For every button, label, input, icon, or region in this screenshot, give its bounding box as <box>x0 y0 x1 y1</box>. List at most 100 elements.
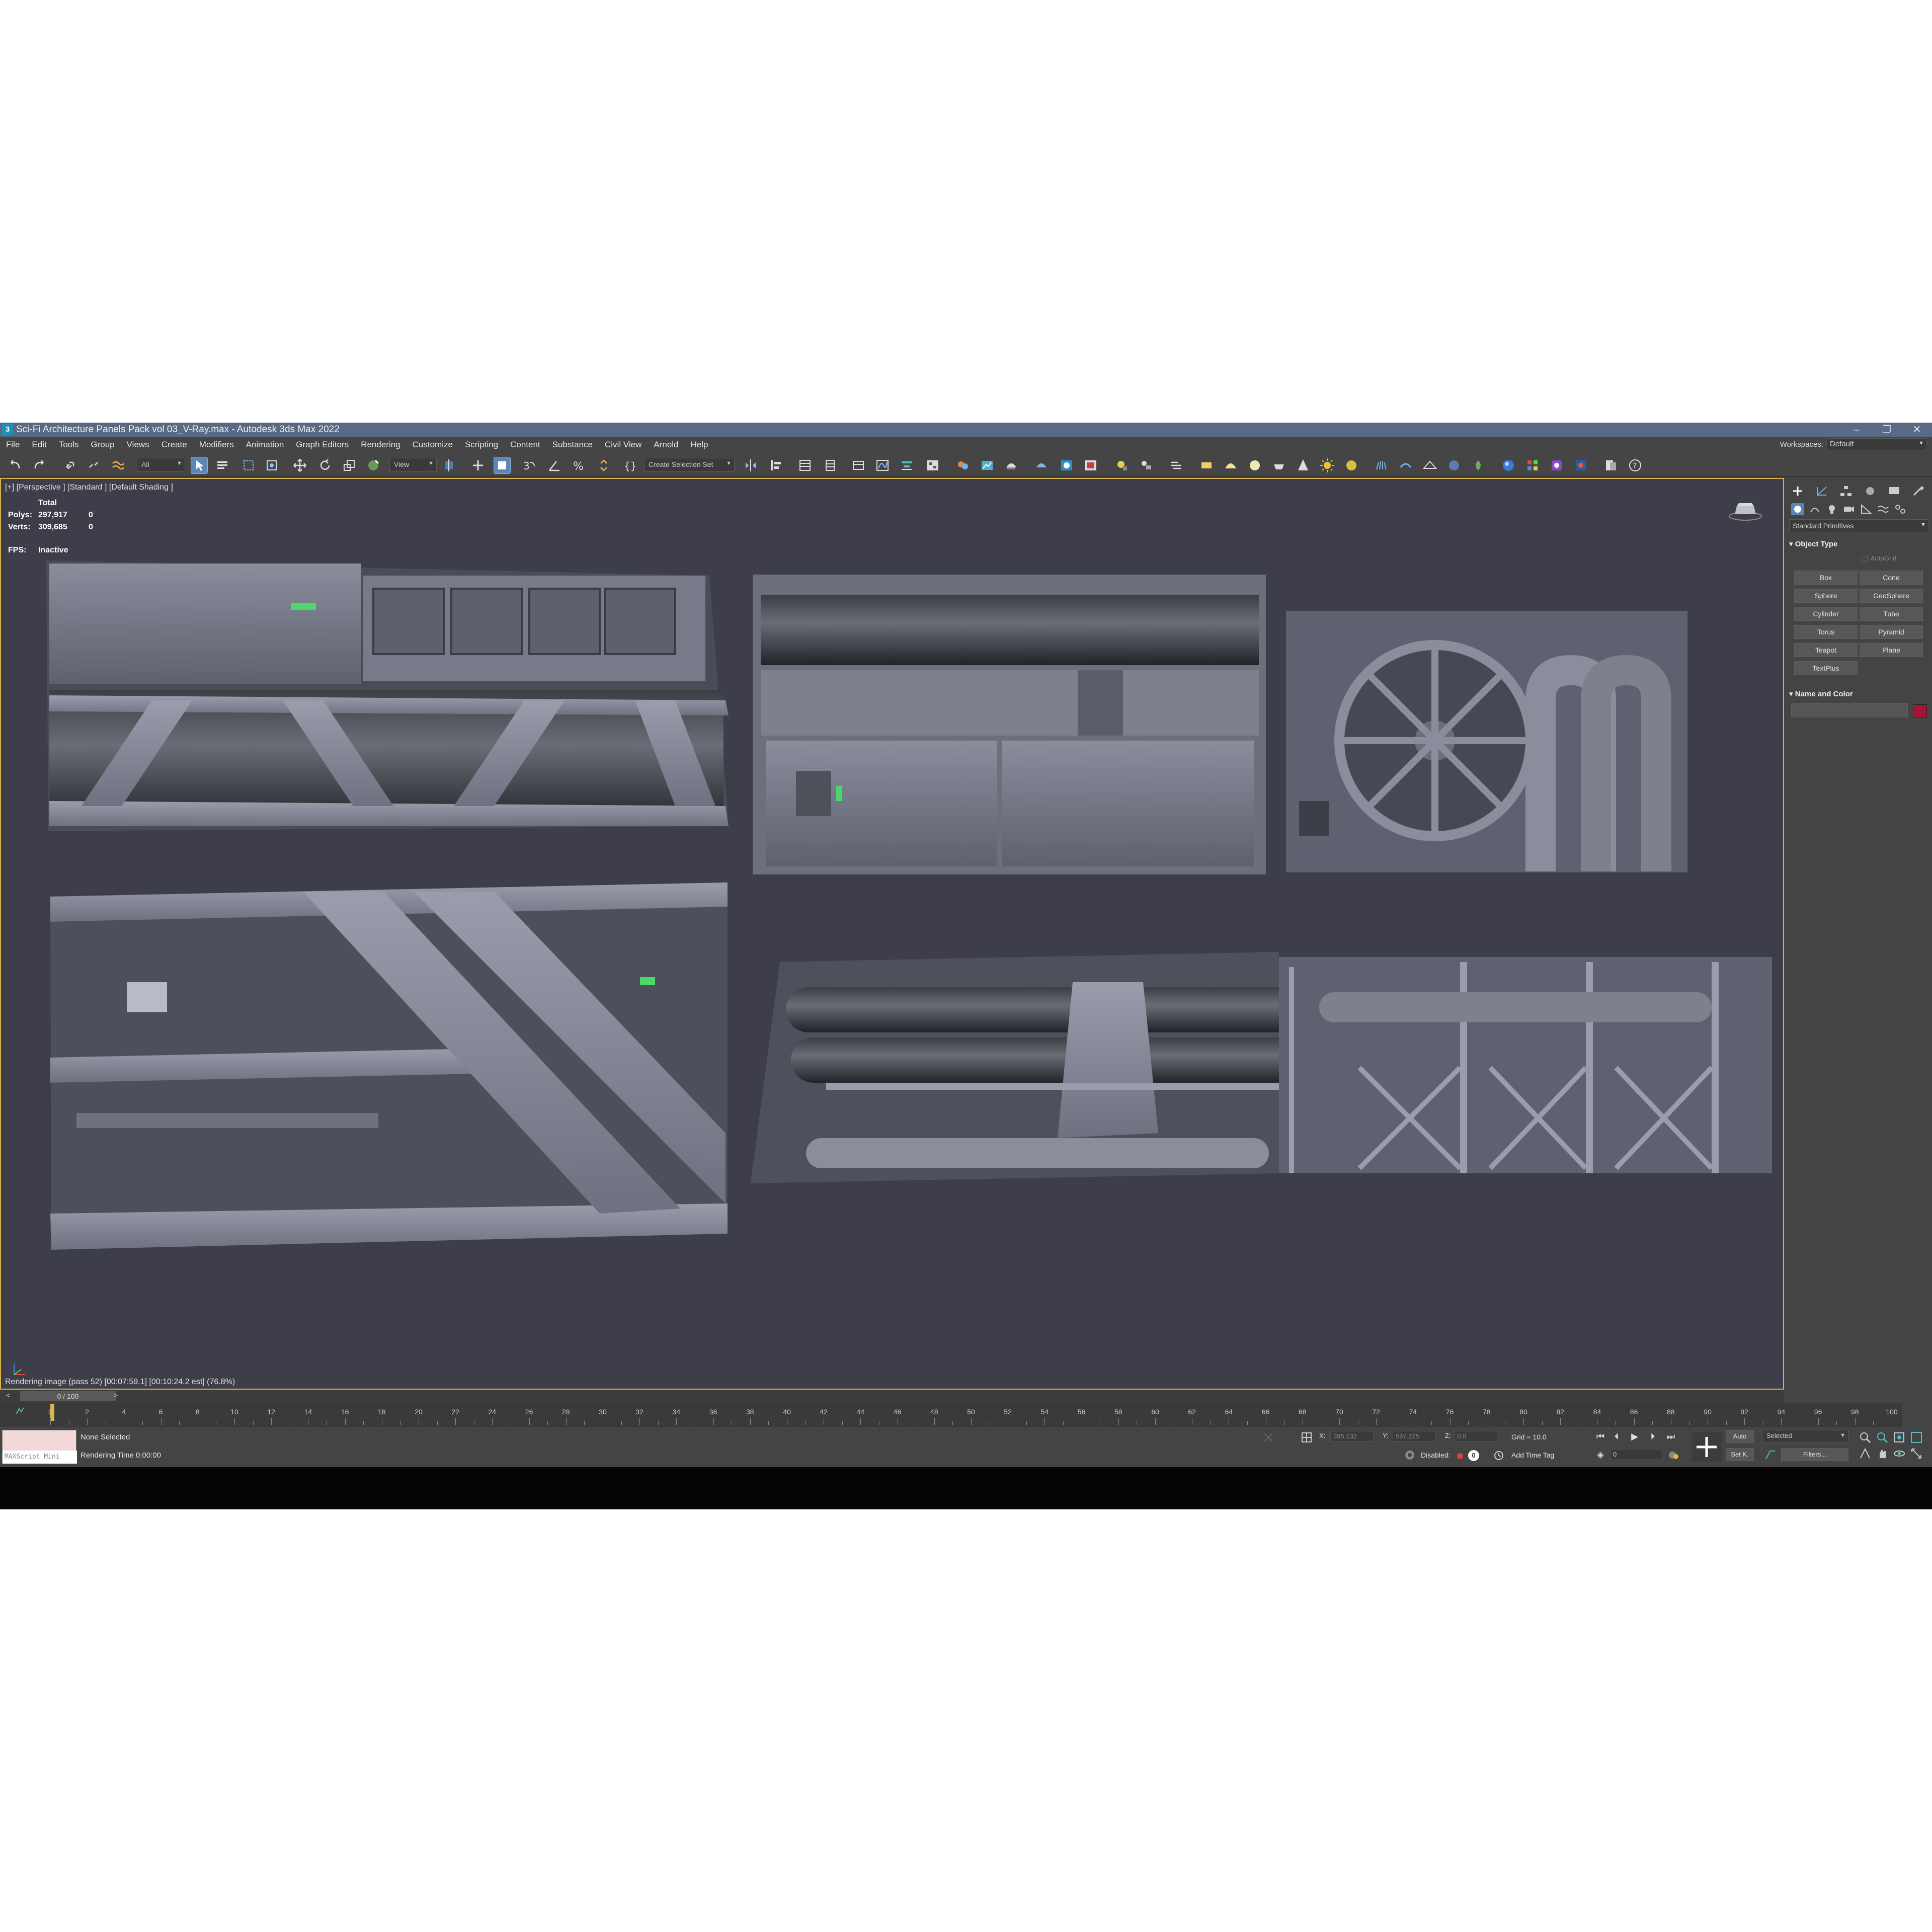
toggle-ribbon-icon[interactable] <box>850 457 866 473</box>
unlink-icon[interactable] <box>86 457 102 473</box>
zoom-all-icon[interactable] <box>1876 1431 1889 1444</box>
script-listener-icon[interactable] <box>1603 457 1619 473</box>
lights-category-icon[interactable] <box>1825 503 1838 515</box>
geometry-category-icon[interactable] <box>1791 503 1804 515</box>
vray-sphere-icon[interactable] <box>1446 457 1462 473</box>
key-mode-icon[interactable]: ◈ <box>1594 1448 1607 1461</box>
default-in-out-tangent-icon[interactable] <box>1764 1448 1777 1461</box>
menu-scripting[interactable]: Scripting <box>459 440 504 450</box>
vray-plane-icon[interactable] <box>1422 457 1438 473</box>
y-coordinate-field[interactable]: 597.275 <box>1393 1431 1436 1442</box>
track-bar[interactable]: 0 2 4 6 8 10 12 14 16 18 20 22 24 26 28 30 32 34 36 38 40 42 4… <box>0 1403 1902 1427</box>
object-name-field[interactable] <box>1791 703 1908 717</box>
selection-filter-dropdown[interactable]: All ▼ <box>137 458 185 472</box>
time-next-button[interactable]: > <box>114 1391 118 1399</box>
material-editor-icon[interactable] <box>955 457 971 473</box>
select-manipulate-icon[interactable] <box>470 457 486 473</box>
viewport-label[interactable]: [+] [Perspective ] [Standard ] [Default … <box>5 483 173 492</box>
render-frame-window-icon[interactable] <box>1033 457 1050 473</box>
select-by-name-icon[interactable] <box>214 457 230 473</box>
object-color-swatch[interactable] <box>1913 704 1927 717</box>
vray-clipper-icon[interactable] <box>1470 457 1486 473</box>
set-key-mode-button[interactable]: Set K. <box>1726 1448 1754 1461</box>
zoom-extents-icon[interactable] <box>1893 1431 1906 1444</box>
workspaces-dropdown[interactable]: Default ▼ <box>1826 438 1927 450</box>
menu-content[interactable]: Content <box>504 440 546 450</box>
snaps-toggle-icon[interactable]: 3 <box>521 457 537 473</box>
box-button[interactable]: Box <box>1794 571 1858 585</box>
modify-tab-icon[interactable] <box>1815 485 1828 497</box>
hierarchy-tab-icon[interactable] <box>1839 485 1853 497</box>
minimize-button[interactable]: – <box>1841 423 1872 437</box>
menu-arnold[interactable]: Arnold <box>648 440 684 450</box>
vray-mesh-light-icon[interactable] <box>1295 457 1311 473</box>
chaos-cosmos-icon[interactable] <box>1500 457 1516 473</box>
teapot-button[interactable]: Teapot <box>1794 643 1858 657</box>
vray-sphere-light-icon[interactable] <box>1247 457 1263 473</box>
zoom-extents-all-icon[interactable] <box>1910 1431 1923 1444</box>
key-filter-selected-dropdown[interactable]: Selected ▼ <box>1762 1430 1848 1443</box>
select-object-icon[interactable] <box>191 457 208 474</box>
menu-graph-editors[interactable]: Graph Editors <box>290 440 355 450</box>
cameras-category-icon[interactable] <box>1842 503 1856 515</box>
menu-civil-view[interactable]: Civil View <box>599 440 648 450</box>
render-setup-icon[interactable] <box>979 457 995 473</box>
menu-group[interactable]: Group <box>85 440 120 450</box>
cylinder-button[interactable]: Cylinder <box>1794 607 1858 621</box>
torus-button[interactable]: Torus <box>1794 625 1858 639</box>
move-icon[interactable] <box>292 457 308 473</box>
perspective-viewport[interactable]: [+] [Perspective ] [Standard ] [Default … <box>0 478 1784 1390</box>
z-coordinate-field[interactable]: 0.0 <box>1454 1431 1497 1442</box>
schematic-view-icon[interactable] <box>925 457 941 473</box>
render-iterative-icon[interactable] <box>1083 457 1099 473</box>
spinner-snap-icon[interactable] <box>596 457 612 473</box>
percent-snap-icon[interactable]: % <box>571 457 587 473</box>
current-frame-field[interactable]: 0 <box>1610 1449 1662 1460</box>
dope-sheet-icon[interactable] <box>899 457 915 473</box>
bind-spacewarp-icon[interactable] <box>110 457 126 473</box>
vray-ies-light-icon[interactable] <box>1271 457 1287 473</box>
render-production-icon[interactable] <box>1003 457 1019 473</box>
adaptive-degradation-icon[interactable] <box>1404 1449 1416 1461</box>
sphere-button[interactable]: Sphere <box>1794 589 1858 603</box>
maxscript-listener-mini[interactable]: MAXScript Mini <box>2 1430 77 1464</box>
menu-substance[interactable]: Substance <box>546 440 599 450</box>
name-and-color-rollout[interactable]: ▾ Name and Color <box>1789 689 1929 698</box>
time-slider-thumb[interactable]: 0 / 100 <box>20 1391 116 1401</box>
autogrid-checkbox[interactable]: AutoGrid <box>1862 554 1896 562</box>
edit-named-selection-icon[interactable]: {} <box>622 457 638 473</box>
motion-tab-icon[interactable] <box>1864 485 1877 497</box>
x-coordinate-field[interactable]: 395.132 <box>1330 1431 1374 1442</box>
vray-scene-converter-icon[interactable] <box>1524 457 1541 473</box>
time-tag-icon[interactable] <box>1493 1450 1504 1461</box>
goto-start-icon[interactable]: ⏮ <box>1594 1430 1607 1443</box>
vray-frame-buffer-icon[interactable] <box>1168 457 1184 473</box>
close-button[interactable]: ✕ <box>1902 423 1932 437</box>
menu-rendering[interactable]: Rendering <box>355 440 406 450</box>
window-crossing-icon[interactable] <box>264 457 280 473</box>
geosphere-button[interactable]: GeoSphere <box>1860 589 1923 603</box>
vray-proxy-icon[interactable] <box>1398 457 1414 473</box>
play-icon[interactable]: ▶ <box>1628 1430 1641 1443</box>
pan-view-icon[interactable] <box>1876 1447 1889 1460</box>
time-prev-button[interactable]: < <box>6 1391 10 1399</box>
plane-button[interactable]: Plane <box>1860 643 1923 657</box>
vray-light-lister-icon[interactable] <box>1138 457 1154 473</box>
key-filters-button[interactable]: Filters... <box>1781 1448 1848 1461</box>
menu-file[interactable]: File <box>0 440 26 450</box>
vray-plane-light-icon[interactable] <box>1198 457 1215 473</box>
menu-edit[interactable]: Edit <box>26 440 52 450</box>
isolate-selection-icon[interactable] <box>1262 1431 1275 1444</box>
add-time-tag-label[interactable]: Add Time Tag <box>1511 1451 1554 1459</box>
systems-category-icon[interactable] <box>1894 503 1907 515</box>
zoom-icon[interactable] <box>1859 1431 1872 1444</box>
shapes-category-icon[interactable] <box>1808 503 1821 515</box>
previous-frame-icon[interactable]: ⏴ <box>1610 1430 1623 1443</box>
menu-customize[interactable]: Customize <box>407 440 459 450</box>
vray-fur-icon[interactable] <box>1374 457 1390 473</box>
mirror-icon[interactable] <box>743 457 759 473</box>
set-key-button[interactable] <box>1692 1432 1722 1462</box>
menu-tools[interactable]: Tools <box>53 440 85 450</box>
time-configuration-icon[interactable] <box>1667 1449 1679 1461</box>
auto-key-button[interactable]: Auto <box>1726 1430 1754 1443</box>
